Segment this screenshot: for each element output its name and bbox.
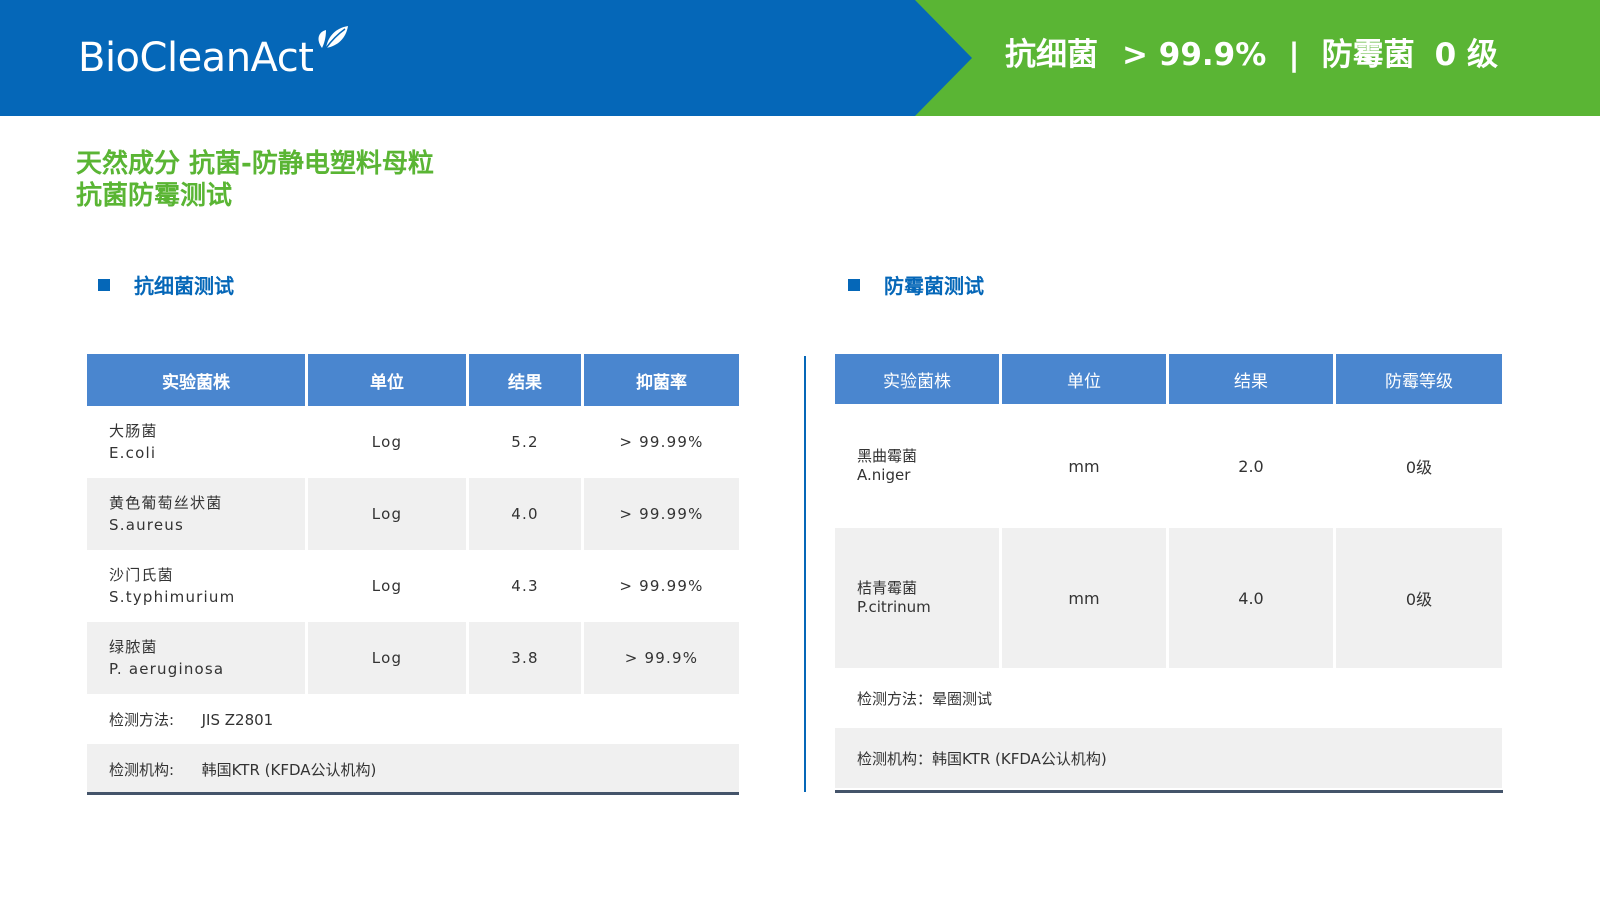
strain-name-cn: 桔青霉菌 (857, 579, 918, 597)
unit-cell: Log (371, 433, 403, 451)
vertical-divider (804, 356, 806, 792)
antifungal-heading: 防霉菌测试 (848, 270, 984, 299)
org-row: 检测机构：韩国KTR (KFDA公认机构) (835, 728, 1502, 788)
table-row: 黑曲霉菌 A.niger mm 2.0 0级 (835, 404, 1502, 528)
banner-separator: | (1288, 37, 1300, 73)
rate-cell: > 99.99% (619, 433, 704, 451)
strain-name-cn: 大肠菌 (109, 422, 158, 440)
unit-cell: Log (308, 622, 466, 694)
banner-antibacterial-value: > 99.9% (1122, 37, 1267, 73)
column-header: 抑菌率 (584, 354, 739, 406)
table-bottom-border (835, 790, 1503, 793)
result-cell: 4.0 (1169, 528, 1333, 668)
unit-cell: Log (308, 478, 466, 550)
page-title: 天然成分 抗菌-防静电塑料母粒 抗菌防霉测试 (76, 148, 434, 212)
unit-cell: Log (371, 577, 403, 595)
antibacterial-heading-text: 抗细菌测试 (134, 274, 234, 298)
grade-cell: 0级 (1336, 528, 1502, 668)
strain-name-en: P.citrinum (857, 598, 931, 616)
method-label: 检测方法: (109, 710, 175, 729)
result-cell: 4.3 (511, 577, 539, 595)
antibacterial-table: 实验菌株 单位 结果 抑菌率 大肠菌 E.coli Log 5.2 > 99.99… (84, 354, 742, 794)
method-cell: 检测方法: JIS Z2801 (87, 694, 739, 744)
antifungal-table: 实验菌株 单位 结果 防霉等级 黑曲霉菌 A.niger mm 2.0 0级 桔青… (832, 354, 1505, 788)
strain-cell: 黄色葡萄丝状菌 S.aureus (87, 478, 305, 550)
rate-cell: > 99.99% (584, 478, 739, 550)
column-header: 结果 (1169, 354, 1333, 404)
org-label: 检测机构: (109, 760, 175, 779)
square-bullet-icon (98, 278, 110, 291)
column-header: 实验菌株 (835, 354, 999, 404)
square-bullet-icon (848, 278, 860, 291)
rate-cell: > 99.99% (619, 577, 704, 595)
column-header: 防霉等级 (1336, 354, 1502, 404)
column-header: 实验菌株 (87, 354, 305, 406)
method-row: 检测方法: JIS Z2801 (87, 694, 739, 744)
column-header: 单位 (308, 354, 466, 406)
title-line-1: 天然成分 抗菌-防静电塑料母粒 (76, 149, 434, 179)
result-cell: 5.2 (511, 433, 539, 451)
banner-antifungal-label: 防霉菌 (1321, 37, 1415, 73)
method-cell: 检测方法：晕圈测试 (857, 689, 993, 708)
strain-name-en: A.niger (857, 466, 911, 484)
strain-name-cn: 黄色葡萄丝状菌 (109, 494, 223, 512)
table-bottom-border (87, 792, 739, 795)
rate-cell: > 99.9% (584, 622, 739, 694)
table-row: 大肠菌 E.coli Log 5.2 > 99.99% (87, 406, 739, 478)
strain-name-en: P. aeruginosa (109, 660, 225, 678)
unit-cell: mm (1068, 456, 1100, 476)
org-cell: 检测机构: 韩国KTR (KFDA公认机构) (87, 744, 739, 794)
unit-cell: mm (1002, 528, 1166, 668)
strain-name-cn: 绿脓菌 (109, 638, 158, 656)
table-header-row: 实验菌株 单位 结果 防霉等级 (835, 354, 1502, 404)
strain-cell: 沙门氏菌 S.typhimurium (87, 550, 305, 622)
leaf-icon (318, 26, 348, 49)
header-banner: 抗细菌 > 99.9% | 防霉菌 0 级 (1005, 40, 1498, 71)
strain-name-en: S.typhimurium (109, 588, 236, 606)
result-cell: 4.0 (469, 478, 581, 550)
antifungal-heading-text: 防霉菌测试 (884, 274, 984, 298)
logo-text: BioCleanAct (78, 35, 314, 81)
table-row: 绿脓菌 P. aeruginosa Log 3.8 > 99.9% (87, 622, 739, 694)
table-row: 黄色葡萄丝状菌 S.aureus Log 4.0 > 99.99% (87, 478, 739, 550)
org-row: 检测机构: 韩国KTR (KFDA公认机构) (87, 744, 739, 794)
column-header: 结果 (469, 354, 581, 406)
result-cell: 3.8 (469, 622, 581, 694)
strain-name-cn: 黑曲霉菌 (857, 447, 918, 465)
strain-cell: 绿脓菌 P. aeruginosa (87, 622, 305, 694)
column-header: 单位 (1002, 354, 1166, 404)
strain-name-en: E.coli (109, 444, 157, 462)
strain-cell: 桔青霉菌 P.citrinum (835, 528, 999, 668)
org-cell: 检测机构：韩国KTR (KFDA公认机构) (835, 728, 1502, 788)
method-value: JIS Z2801 (201, 710, 274, 729)
banner-antibacterial-label: 抗细菌 (1005, 37, 1098, 73)
method-row: 检测方法：晕圈测试 (835, 668, 1502, 728)
strain-name-cn: 沙门氏菌 (109, 566, 174, 584)
table-header-row: 实验菌株 单位 结果 抑菌率 (87, 354, 739, 406)
banner-antifungal-value: 0 级 (1434, 37, 1499, 73)
table-row: 沙门氏菌 S.typhimurium Log 4.3 > 99.99% (87, 550, 739, 622)
antibacterial-heading: 抗细菌测试 (98, 270, 234, 299)
result-cell: 2.0 (1238, 456, 1264, 476)
org-value: 韩国KTR (KFDA公认机构) (201, 760, 377, 779)
strain-name-en: S.aureus (109, 516, 184, 534)
title-line-2: 抗菌防霉测试 (76, 181, 233, 211)
strain-cell: 大肠菌 E.coli (87, 406, 305, 478)
grade-cell: 0级 (1405, 458, 1433, 477)
table-row: 桔青霉菌 P.citrinum mm 4.0 0级 (835, 528, 1502, 668)
strain-cell: 黑曲霉菌 A.niger (835, 404, 999, 528)
